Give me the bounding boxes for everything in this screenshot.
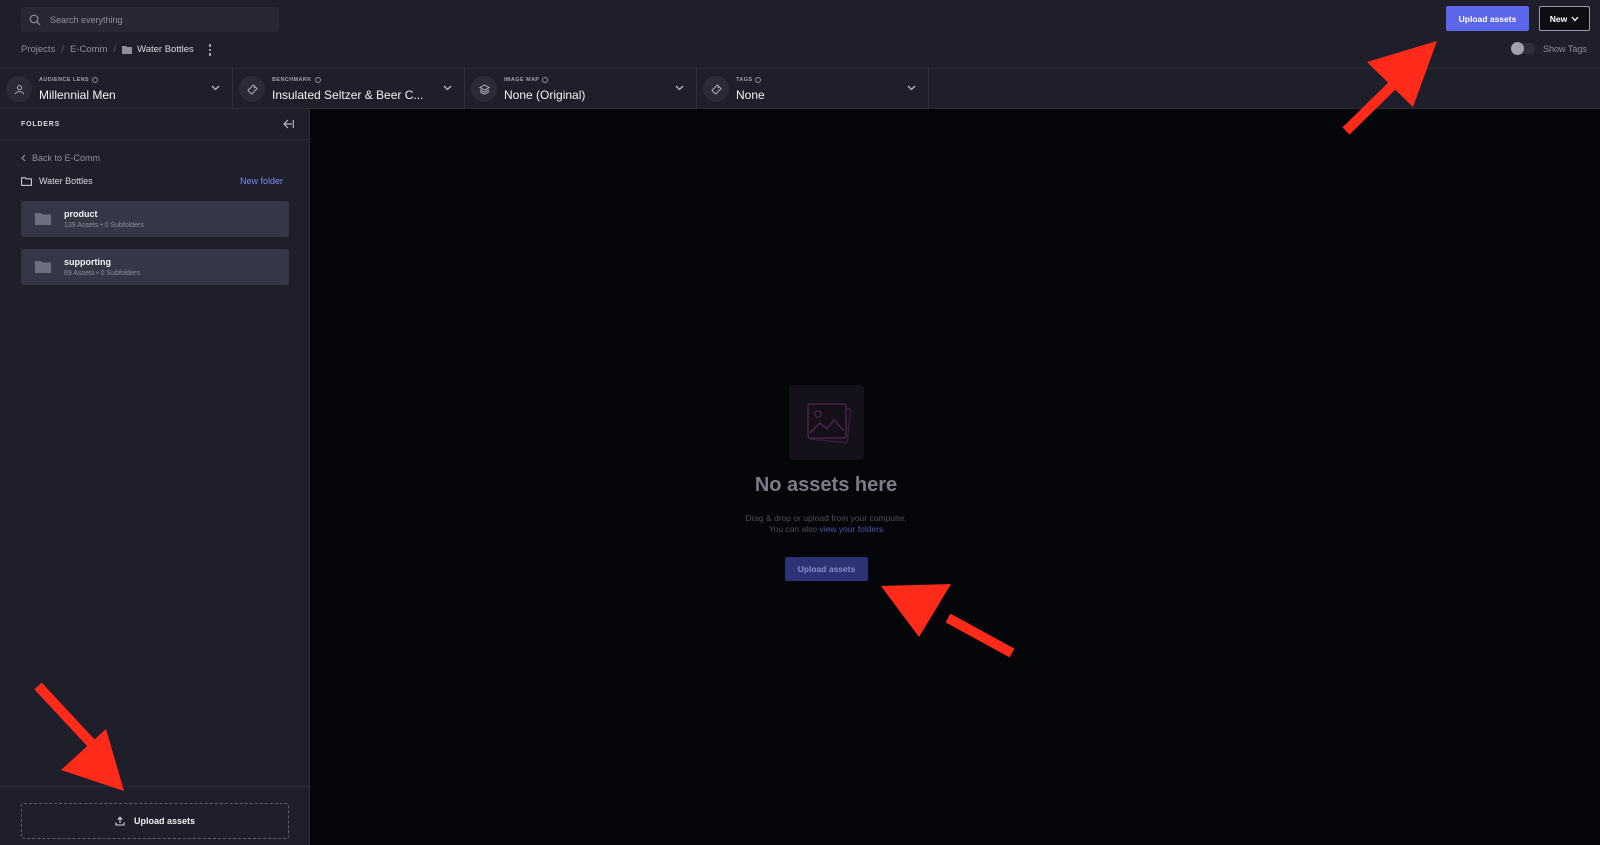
back-link[interactable]: Back to E-Comm [21,153,100,163]
folder-card-supporting[interactable]: supporting 69 Assets • 0 Subfolders [21,249,289,285]
breadcrumb-separator: / [61,44,64,56]
folder-meta: 139 Assets • 0 Subfolders [64,222,144,229]
upload-assets-button-center[interactable]: Upload assets [785,557,868,581]
folder-meta: 69 Assets • 0 Subfolders [64,270,140,277]
chevron-left-icon [21,154,26,162]
chevron-down-icon [211,85,220,91]
current-folder: Water Bottles [21,176,93,186]
folders-sidebar: FOLDERS Back to E-Comm Water Bottles New… [0,109,310,845]
empty-state-line2: You can also view your folders [768,524,884,534]
tag-icon [239,76,265,102]
collapse-sidebar-icon[interactable] [283,119,294,129]
breadcrumb: Projects / E-Comm / Water Bottles [21,44,212,56]
image-map-dropdown[interactable]: IMAGE MAP None (Original) [465,69,697,109]
search-input[interactable] [50,14,250,25]
main-content: No assets here Drag & drop or upload fro… [310,109,1600,845]
layers-icon [471,76,497,102]
filter-label: AUDIENCE LENS [39,77,99,83]
empty-state-line1: Drag & drop or upload from your computer… [745,513,907,523]
chevron-down-icon [443,85,452,91]
new-button[interactable]: New [1539,6,1590,31]
breadcrumb-current: Water Bottles [122,44,194,55]
filter-value: None (Original) [504,88,586,102]
show-tags-control: Show Tags [1511,42,1587,55]
person-icon [6,76,32,102]
filter-value: Millennial Men [39,88,116,102]
filter-value: Insulated Seltzer & Beer C... [272,88,424,102]
info-icon [755,77,762,83]
folder-card-product[interactable]: product 139 Assets • 0 Subfolders [21,201,289,237]
folder-name: supporting [64,257,111,267]
sidebar-footer: Upload assets [0,786,309,845]
show-tags-toggle[interactable] [1511,42,1535,55]
chevron-down-icon [907,85,916,91]
info-icon [314,77,321,83]
sidebar-header: FOLDERS [0,109,309,140]
chevron-down-icon [1571,16,1579,21]
breadcrumb-ecomm[interactable]: E-Comm [70,44,107,55]
search-box[interactable] [21,7,279,32]
upload-assets-label: Upload assets [133,816,196,826]
filter-label: IMAGE MAP [504,77,549,83]
show-tags-label: Show Tags [1543,43,1587,54]
search-icon [29,14,41,25]
breadcrumb-separator: / [113,44,117,56]
new-folder-link[interactable]: New folder [240,176,283,186]
empty-state-description: Drag & drop or upload from your computer… [310,513,1342,535]
tag-icon [703,76,729,102]
folder-outline-icon [21,176,32,186]
view-folders-link[interactable]: view your folders [819,524,883,534]
tags-dropdown[interactable]: TAGS None [697,69,929,109]
empty-images-icon [789,385,864,460]
folder-icon [122,46,133,55]
upload-assets-button-header[interactable]: Upload assets [1446,6,1529,31]
filter-label: TAGS [736,77,762,83]
filter-bar: AUDIENCE LENS Millennial Men BENCHMARK I… [0,69,1600,109]
sidebar-title: FOLDERS [21,121,61,128]
upload-icon [115,816,125,826]
new-button-label: New [1549,13,1568,24]
current-folder-label: Water Bottles [39,176,93,186]
audience-lens-dropdown[interactable]: AUDIENCE LENS Millennial Men [0,69,233,109]
empty-state-title: No assets here [754,474,898,496]
back-link-label: Back to E-Comm [32,153,101,163]
folder-name: product [64,209,98,219]
breadcrumb-projects[interactable]: Projects [21,44,55,55]
folder-icon [35,213,51,225]
filter-label: BENCHMARK [272,77,321,83]
benchmark-dropdown[interactable]: BENCHMARK Insulated Seltzer & Beer C... [233,69,465,109]
breadcrumb-current-label: Water Bottles [137,44,194,56]
info-icon [92,77,99,83]
chevron-down-icon [675,85,684,91]
folder-icon [35,261,51,273]
upload-assets-button-sidebar[interactable]: Upload assets [21,803,289,839]
filter-value: None [736,88,765,102]
more-options-icon[interactable] [208,44,212,56]
top-bar: Projects / E-Comm / Water Bottles Upload… [0,0,1600,69]
info-icon [542,77,549,83]
